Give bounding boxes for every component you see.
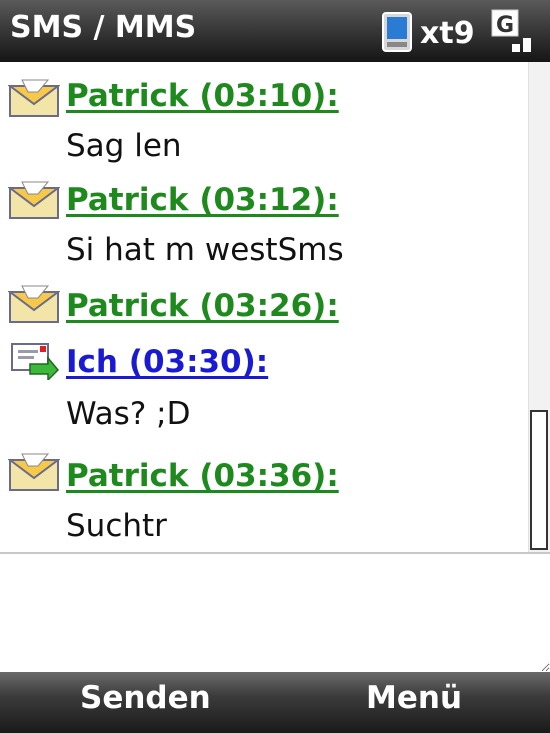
carrier-name: xt9	[420, 16, 475, 51]
title-bar: SMS / MMS xt9 G	[0, 0, 550, 62]
received-envelope-icon	[8, 453, 60, 491]
scrollbar-thumb[interactable]	[530, 410, 548, 550]
message-sender[interactable]: Patrick (03:36):	[66, 458, 339, 494]
signal-g-icon: G	[491, 9, 531, 52]
device-icon	[382, 12, 412, 52]
message-sender[interactable]: Ich (03:30):	[66, 344, 268, 380]
compose-input[interactable]	[0, 554, 550, 672]
menu-softkey[interactable]: Menü	[366, 680, 462, 716]
conversation-list[interactable]: Patrick (03:10): Sag len Patrick (03:12)…	[0, 62, 528, 552]
message-text: Was? ;D	[66, 396, 191, 432]
received-envelope-icon	[8, 79, 60, 117]
app-title: SMS / MMS	[10, 10, 197, 45]
send-softkey[interactable]: Senden	[80, 680, 211, 716]
softkey-bar: Senden Menü	[0, 672, 550, 733]
network-letter: G	[496, 13, 514, 38]
received-envelope-icon	[8, 181, 60, 219]
received-envelope-icon	[8, 285, 60, 323]
message-sender[interactable]: Patrick (03:12):	[66, 182, 339, 218]
message-text: Suchtr	[66, 508, 167, 544]
message-sender[interactable]: Patrick (03:10):	[66, 78, 339, 114]
message-text: Sag len	[66, 128, 182, 164]
message-sender[interactable]: Patrick (03:26):	[66, 288, 339, 324]
sent-message-icon	[11, 343, 60, 380]
message-text: Si hat m westSms	[66, 232, 344, 268]
